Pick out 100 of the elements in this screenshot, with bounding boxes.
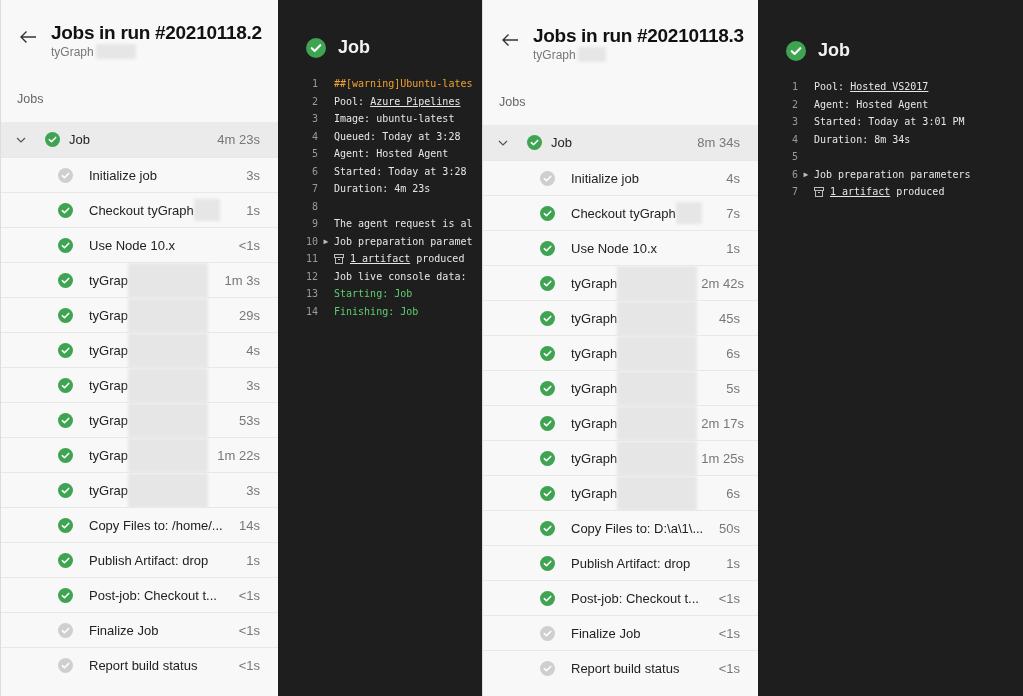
step-name: Report build status (571, 660, 680, 676)
job-name: Job (551, 135, 573, 150)
step-row[interactable]: Report build status <1s (483, 650, 758, 685)
log-link[interactable]: 1 artifact (830, 186, 891, 198)
log-text: Started: Today at 3:28 (334, 165, 467, 177)
log-text: ##[warning]Ubuntu-lates (334, 78, 473, 90)
step-name: tyGrap (89, 377, 128, 393)
step-row[interactable]: tyGrap 29s (1, 297, 278, 332)
line-number: 10 (304, 235, 318, 247)
log-link[interactable]: 1 artifact (350, 253, 411, 265)
step-duration: 4s (245, 342, 260, 358)
step-row[interactable]: tyGrap 53s (1, 402, 278, 437)
job-row[interactable]: Job 4m 23s (1, 122, 278, 157)
expand-toggle[interactable]: ▶ (318, 236, 334, 246)
step-row[interactable]: Publish Artifact: drop 1s (1, 542, 278, 577)
step-row[interactable]: tyGrap 4s (1, 332, 278, 367)
step-name: tyGrap (89, 482, 128, 498)
log-text: produced (895, 186, 945, 198)
step-duration: 1m 22s (216, 447, 260, 463)
step-duration: 1m 25s (700, 450, 744, 466)
step-row[interactable]: Copy Files to: /home/... 14s (1, 507, 278, 542)
line-number: 5 (790, 151, 798, 163)
line-number: 2 (790, 98, 798, 110)
step-row[interactable]: Checkout tyGraph 1s (1, 192, 278, 227)
step-duration: 1s (725, 240, 740, 256)
log-text: Agent: Hosted Agent (814, 98, 929, 110)
step-row[interactable]: Use Node 10.x <1s (1, 227, 278, 262)
step-row[interactable]: Initialize job 3s (1, 157, 278, 192)
log-text: The agent request is al (334, 218, 473, 230)
step-name: Copy Files to: /home/... (89, 517, 223, 533)
log-text: Job preparation parameters (814, 168, 971, 180)
step-duration: 6s (725, 485, 740, 501)
step-row[interactable]: tyGrap 1m 3s (1, 262, 278, 297)
step-row[interactable]: tyGraph 5s (483, 370, 758, 405)
step-duration: 3s (245, 167, 260, 183)
step-duration: 1s (245, 552, 260, 568)
step-row[interactable]: Checkout tyGraph 7s (483, 195, 758, 230)
step-row[interactable]: tyGrap 3s (1, 472, 278, 507)
step-row[interactable]: Finalize Job <1s (1, 612, 278, 647)
log-text: Finishing: Job (334, 305, 419, 317)
step-row[interactable]: Publish Artifact: drop 1s (483, 545, 758, 580)
step-duration: <1s (237, 237, 260, 253)
step-duration: 50s (718, 520, 740, 536)
step-row[interactable]: tyGraph 6s (483, 335, 758, 370)
step-row[interactable]: Finalize Job <1s (483, 615, 758, 650)
step-row[interactable]: tyGraph 2m 42s (483, 265, 758, 300)
line-number: 6 (790, 168, 798, 180)
step-name: Copy Files to: D:\a\1\... (571, 520, 704, 536)
step-row[interactable]: Copy Files to: D:\a\1\... 50s (483, 510, 758, 545)
page-title: Jobs in run #20210118.3 (533, 25, 744, 47)
log-title: Job (338, 37, 370, 58)
step-row[interactable]: tyGraph 2m 17s (483, 405, 758, 440)
step-row[interactable]: tyGrap 1m 22s (1, 437, 278, 472)
step-duration: <1s (717, 590, 740, 606)
step-duration: <1s (237, 622, 260, 638)
step-duration: 5s (725, 380, 740, 396)
step-name: tyGraph (571, 485, 618, 501)
step-row[interactable]: Post-job: Checkout t... <1s (1, 577, 278, 612)
step-duration: 45s (718, 310, 740, 326)
step-row[interactable]: tyGrap 3s (1, 367, 278, 402)
line-number: 7 (790, 186, 798, 198)
step-duration: 7s (725, 205, 740, 221)
log-text: Job preparation paramet (334, 235, 473, 247)
step-name: Use Node 10.x (571, 240, 657, 256)
step-name: Initialize job (571, 170, 639, 186)
step-name: tyGrap (89, 412, 128, 428)
expand-toggle[interactable]: ▶ (798, 169, 814, 179)
job-duration: 8m 34s (696, 135, 740, 150)
step-name: Report build status (89, 657, 198, 673)
page-title: Jobs in run #20210118.2 (51, 22, 262, 44)
step-row[interactable]: Post-job: Checkout t... <1s (483, 580, 758, 615)
line-number: 3 (790, 116, 798, 128)
step-row[interactable]: Use Node 10.x 1s (483, 230, 758, 265)
section-label: Jobs (16, 91, 45, 108)
step-duration: 2m 42s (700, 275, 744, 291)
log-text: Starting: Job (334, 288, 413, 300)
back-arrow-icon[interactable] (501, 33, 519, 47)
step-duration: 3s (245, 482, 260, 498)
log-link[interactable]: Azure Pipelines (370, 95, 461, 107)
step-duration: 29s (238, 307, 260, 323)
job-name: Job (69, 132, 91, 147)
step-name: tyGrap (89, 307, 128, 323)
back-arrow-icon[interactable] (19, 30, 37, 44)
log-text: Pool: (814, 81, 846, 93)
step-row[interactable]: Initialize job 4s (483, 160, 758, 195)
log-text: Duration: 4m 23s (334, 183, 431, 195)
step-row[interactable]: tyGraph 45s (483, 300, 758, 335)
step-row[interactable]: tyGraph 6s (483, 475, 758, 510)
line-number: 3 (310, 113, 318, 125)
step-row[interactable]: Report build status <1s (1, 647, 278, 682)
step-duration: 1s (725, 555, 740, 571)
step-row[interactable]: tyGraph 1m 25s (483, 440, 758, 475)
step-duration: <1s (237, 587, 260, 603)
step-duration: 3s (245, 377, 260, 393)
step-name: Use Node 10.x (89, 237, 175, 253)
line-number: 5 (310, 148, 318, 160)
log-link[interactable]: Hosted VS2017 (850, 81, 929, 93)
job-row[interactable]: Job 8m 34s (483, 125, 758, 160)
pipeline-name: tyGraph (533, 47, 576, 62)
line-number: 9 (310, 218, 318, 230)
